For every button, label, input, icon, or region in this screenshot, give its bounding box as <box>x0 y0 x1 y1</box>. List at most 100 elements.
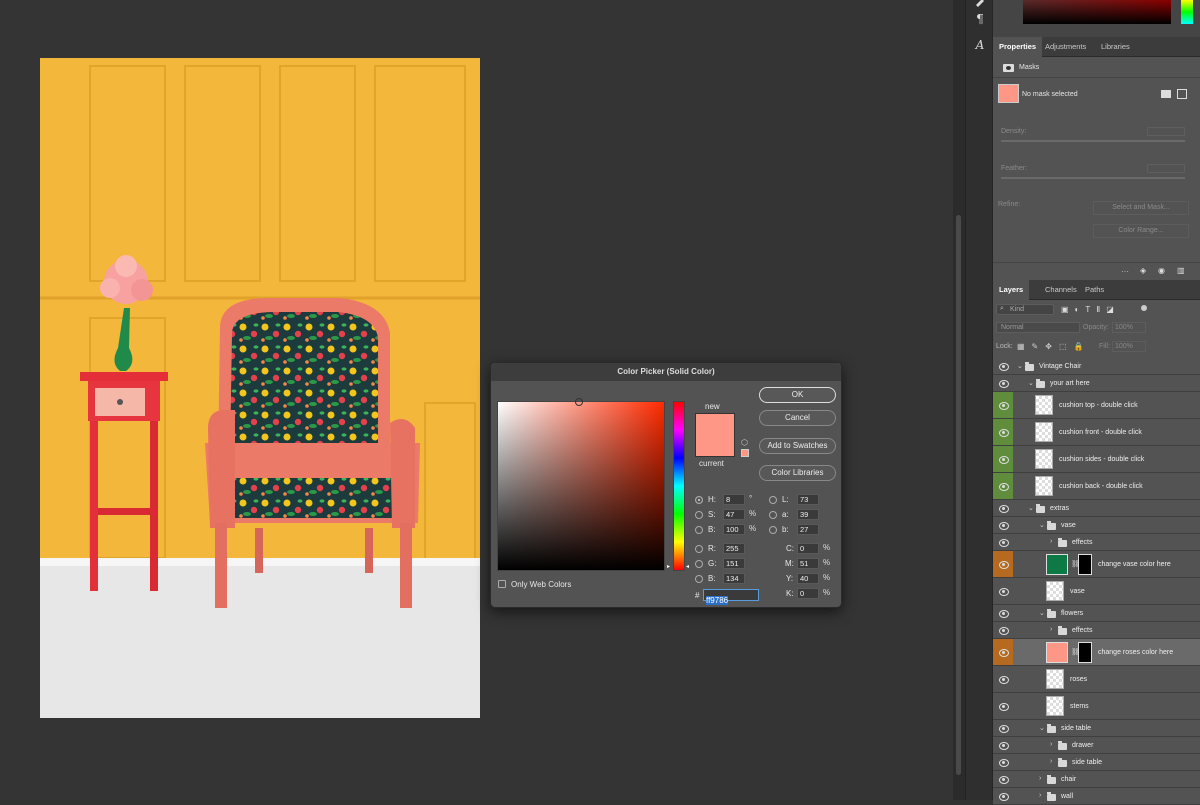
eye-icon[interactable] <box>999 428 1009 437</box>
layer-mask-thumbnail[interactable] <box>1078 554 1092 575</box>
chevron-down-icon[interactable]: ⌄ <box>1039 724 1045 732</box>
eye-icon[interactable] <box>999 379 1009 388</box>
layer-row[interactable]: ⌄ side table <box>993 720 1200 737</box>
layer-visibility-cell[interactable] <box>993 358 1013 374</box>
blue-field[interactable]: 134 <box>723 573 745 584</box>
layer-filter-select[interactable]: ⌕ Kind <box>996 304 1054 315</box>
tab-channels[interactable]: Channels <box>1039 280 1083 300</box>
chevron-right-icon[interactable]: › <box>1050 626 1052 633</box>
hex-field[interactable]: ff9786 <box>703 589 759 605</box>
a-radio[interactable] <box>769 511 777 519</box>
ok-button[interactable]: OK <box>759 387 836 403</box>
layer-visibility-cell[interactable] <box>993 666 1013 692</box>
layer-visibility-cell[interactable] <box>993 375 1013 391</box>
layer-visibility-cell[interactable] <box>993 622 1013 638</box>
layer-visibility-cell[interactable] <box>993 771 1013 787</box>
hue-slider[interactable] <box>1181 0 1193 24</box>
layer-visibility-cell[interactable] <box>993 446 1013 472</box>
smart-object-thumbnail[interactable] <box>1035 422 1053 442</box>
blue-radio[interactable] <box>695 575 703 583</box>
feather-field[interactable] <box>1147 164 1185 173</box>
layer-visibility-cell[interactable] <box>993 534 1013 550</box>
tab-layers[interactable]: Layers <box>993 280 1030 300</box>
tab-libraries[interactable]: Libraries <box>1095 37 1136 57</box>
eye-icon[interactable] <box>999 724 1009 733</box>
select-and-mask-button[interactable]: Select and Mask... <box>1093 201 1189 215</box>
eye-icon[interactable] <box>999 609 1009 618</box>
chevron-right-icon[interactable]: › <box>1050 538 1052 545</box>
g-field[interactable]: 151 <box>723 558 745 569</box>
eye-icon[interactable] <box>999 482 1009 491</box>
layer-visibility-cell[interactable] <box>993 473 1013 499</box>
h-radio[interactable] <box>695 496 703 504</box>
layer-thumbnail[interactable] <box>1046 669 1064 689</box>
trash-icon[interactable]: ▥ <box>1177 266 1185 275</box>
brightness-radio[interactable] <box>695 526 703 534</box>
y-field[interactable]: 40 <box>797 573 819 584</box>
chevron-right-icon[interactable]: › <box>1050 741 1052 748</box>
chevron-down-icon[interactable]: ⌄ <box>1039 609 1045 617</box>
feather-slider[interactable] <box>1001 177 1185 179</box>
smart-object-thumbnail[interactable] <box>1035 449 1053 469</box>
layer-visibility-cell[interactable] <box>993 419 1013 445</box>
chevron-down-icon[interactable]: ⌄ <box>1017 362 1023 370</box>
color-libraries-button[interactable]: Color Libraries <box>759 465 836 481</box>
s-radio[interactable] <box>695 511 703 519</box>
lab-b-field[interactable]: 27 <box>797 524 819 535</box>
color-range-button[interactable]: Color Range... <box>1093 224 1189 238</box>
layer-row[interactable]: cushion front - double click <box>993 419 1200 446</box>
density-field[interactable] <box>1147 127 1185 136</box>
filter-toggle-icon[interactable] <box>1141 305 1147 311</box>
layer-thumbnail[interactable] <box>1046 581 1064 601</box>
layer-visibility-cell[interactable] <box>993 639 1013 665</box>
eye-icon[interactable] <box>999 455 1009 464</box>
character-icon[interactable]: A <box>970 36 990 54</box>
layer-row[interactable]: cushion back - double click <box>993 473 1200 500</box>
layer-visibility-cell[interactable] <box>993 500 1013 516</box>
chevron-right-icon[interactable]: › <box>1050 758 1052 765</box>
eye-icon[interactable] <box>999 362 1009 371</box>
layer-row[interactable]: ⌄ flowers <box>993 605 1200 622</box>
layer-row[interactable]: › chair <box>993 771 1200 788</box>
layer-visibility-cell[interactable] <box>993 605 1013 621</box>
layer-row[interactable]: › side table <box>993 754 1200 771</box>
layer-row[interactable]: › effects <box>993 622 1200 639</box>
c-field[interactable]: 0 <box>797 543 819 554</box>
m-field[interactable]: 51 <box>797 558 819 569</box>
layer-visibility-cell[interactable] <box>993 578 1013 604</box>
layer-visibility-cell[interactable] <box>993 720 1013 736</box>
saturation-brightness-field[interactable] <box>497 398 665 571</box>
apply-mask-icon[interactable]: ◈ <box>1140 266 1146 275</box>
blend-mode-select[interactable]: Normal <box>996 322 1080 333</box>
eye-icon[interactable] <box>999 538 1009 547</box>
fill-layer-thumbnail[interactable] <box>1046 554 1068 575</box>
hue-slider-right-arrow[interactable]: ◂ <box>686 563 689 570</box>
lab-b-radio[interactable] <box>769 526 777 534</box>
l-field[interactable]: 73 <box>797 494 819 505</box>
pixel-mask-icon[interactable] <box>1161 90 1171 98</box>
layer-visibility-cell[interactable] <box>993 788 1013 804</box>
fill-layer-thumbnail[interactable] <box>1046 642 1068 663</box>
layer-row[interactable]: ⌄ vase <box>993 517 1200 534</box>
eye-icon[interactable] <box>999 702 1009 711</box>
layer-visibility-cell[interactable] <box>993 754 1013 770</box>
h-field[interactable]: 8 <box>723 494 745 505</box>
vector-mask-icon[interactable] <box>1177 89 1187 99</box>
brightness-field[interactable]: 100 <box>723 524 745 535</box>
density-slider[interactable] <box>1001 140 1185 142</box>
r-radio[interactable] <box>695 545 703 553</box>
layer-visibility-cell[interactable] <box>993 693 1013 719</box>
tab-paths[interactable]: Paths <box>1079 280 1110 300</box>
layer-row[interactable]: › effects <box>993 534 1200 551</box>
web-safe-swatch[interactable] <box>741 449 749 457</box>
layer-visibility-cell[interactable] <box>993 737 1013 753</box>
a-field[interactable]: 39 <box>797 509 819 520</box>
eye-icon[interactable] <box>999 587 1009 596</box>
layer-row[interactable]: ⌄ your art here <box>993 375 1200 392</box>
canvas-scrollbar-thumb[interactable] <box>956 215 961 775</box>
cube-icon[interactable]: ⬡ <box>741 438 748 447</box>
layer-row[interactable]: cushion top - double click <box>993 392 1200 419</box>
smart-object-thumbnail[interactable] <box>1035 476 1053 496</box>
chevron-down-icon[interactable]: ⌄ <box>1028 379 1034 387</box>
g-radio[interactable] <box>695 560 703 568</box>
